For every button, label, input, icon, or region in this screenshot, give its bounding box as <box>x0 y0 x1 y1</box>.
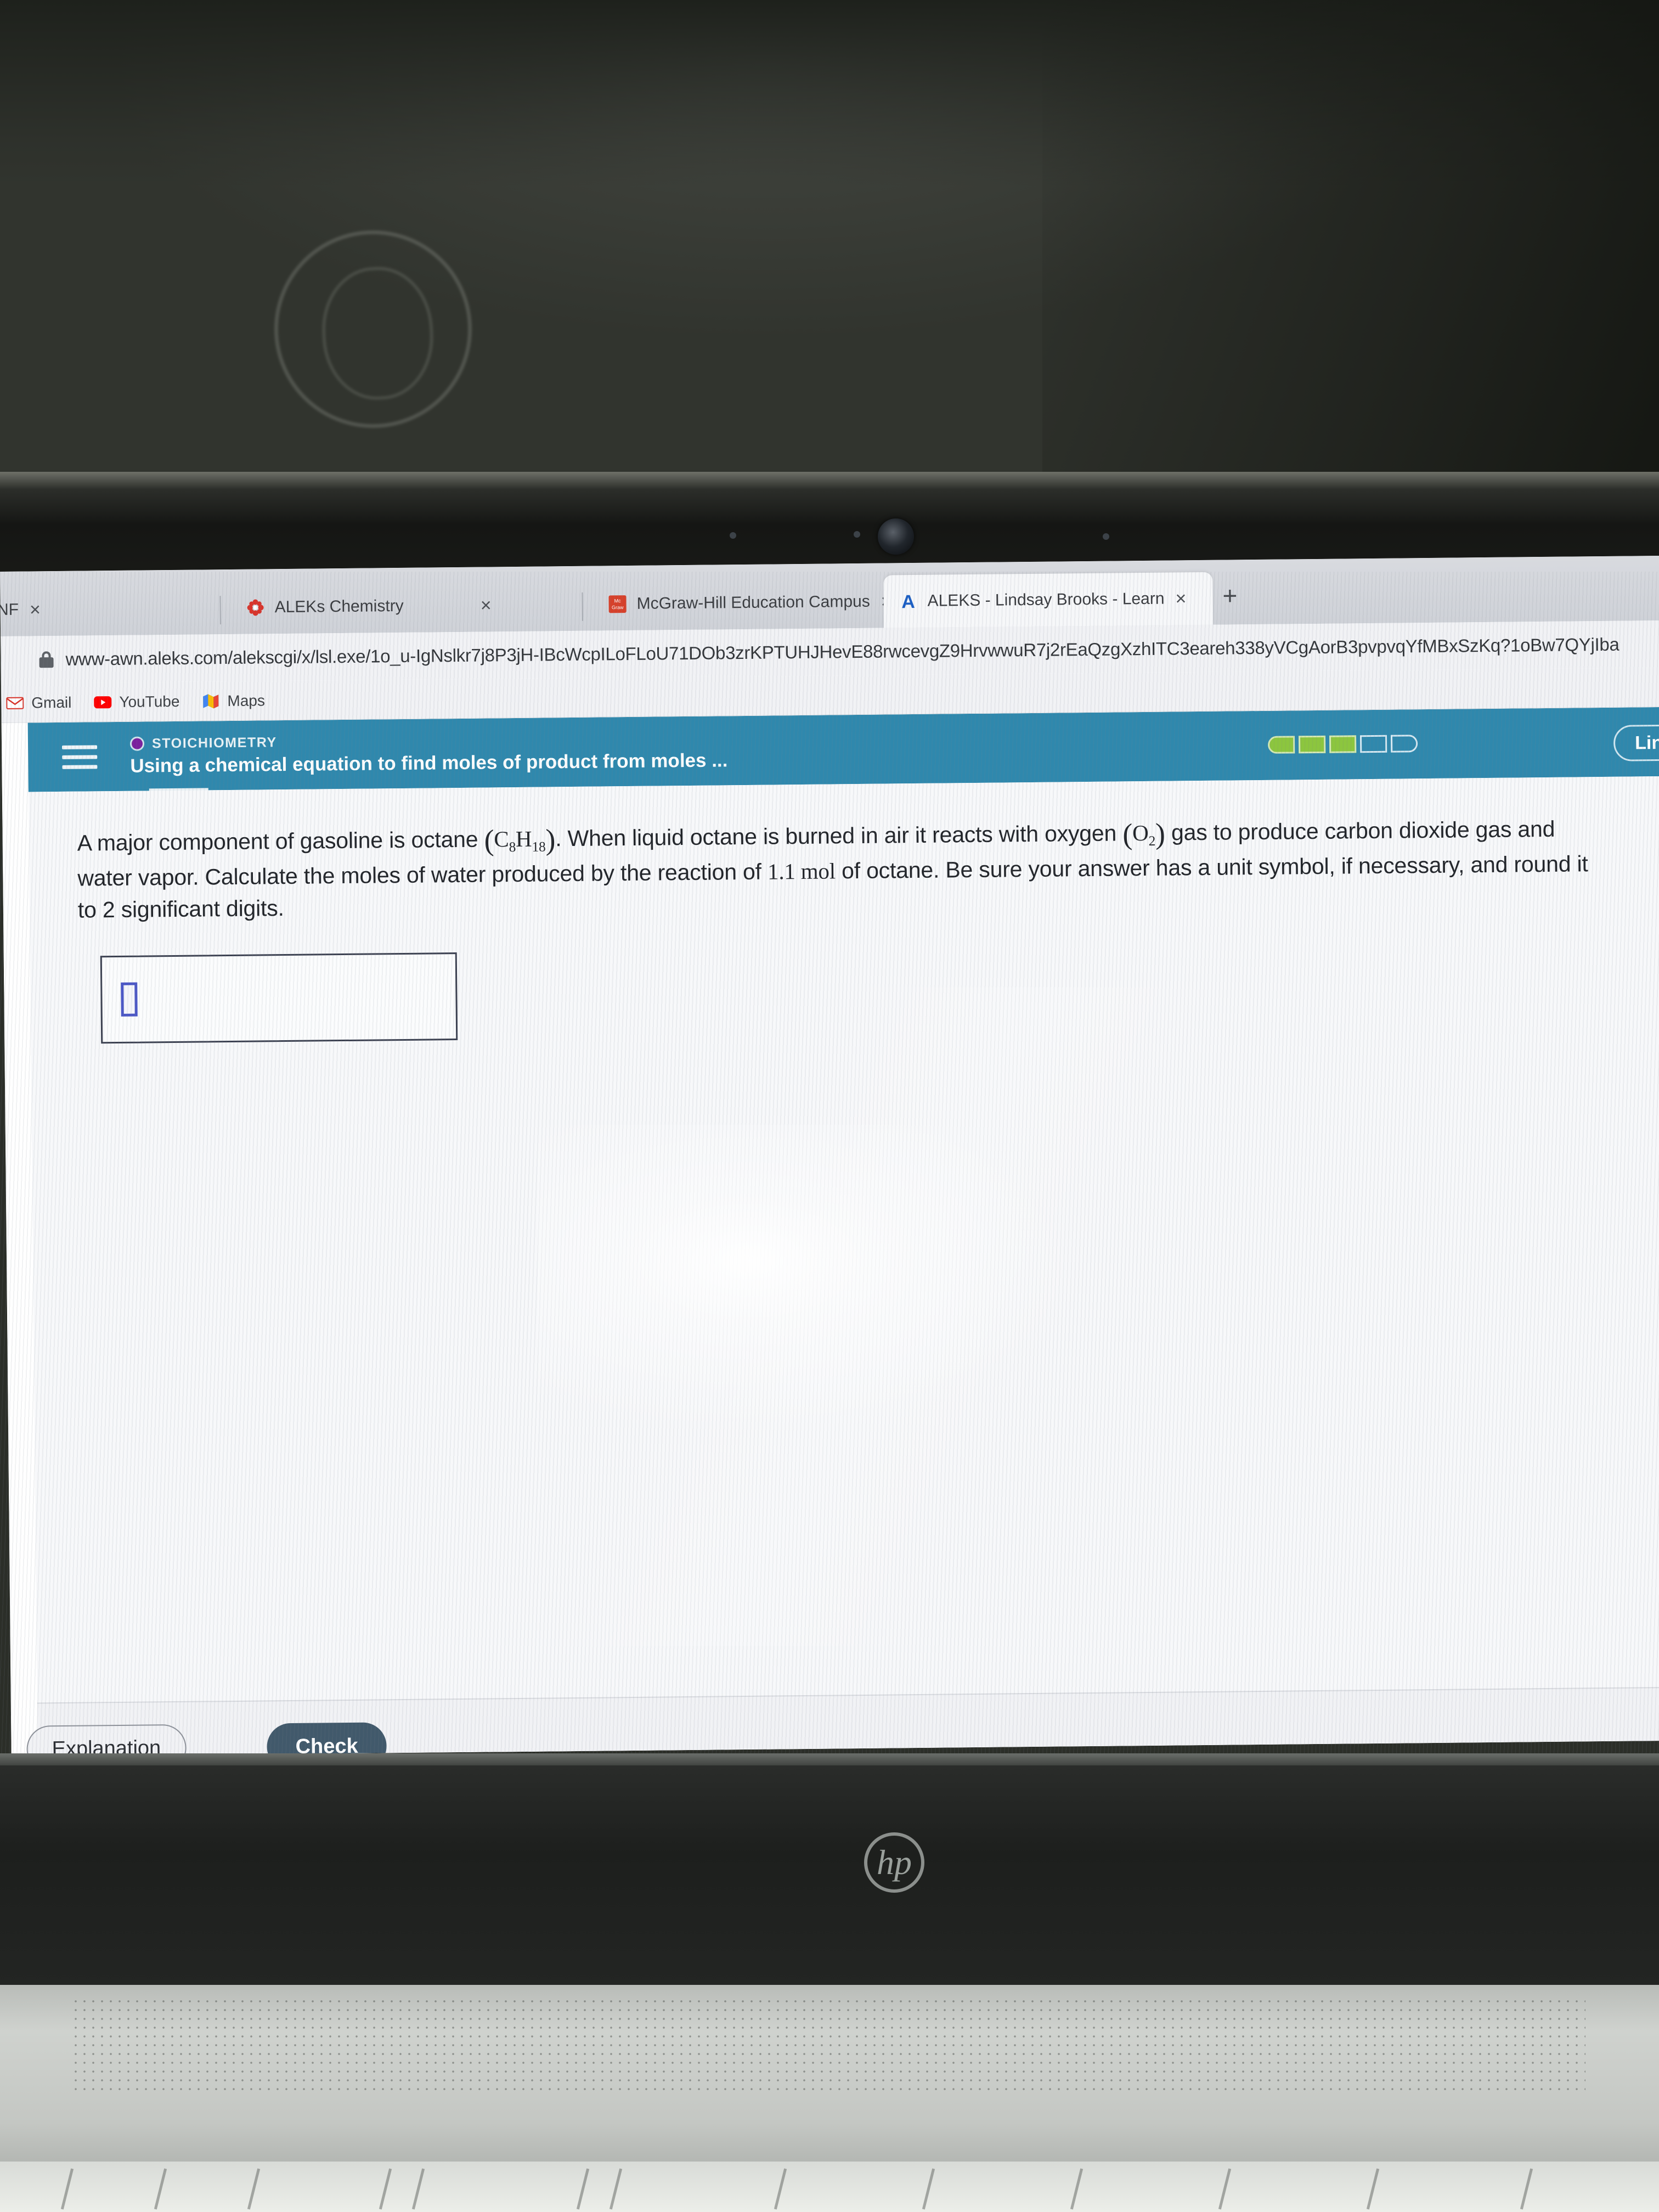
browser-tab-label: ALEKs Chemistry <box>274 596 404 617</box>
maps-icon <box>201 692 220 710</box>
hp-brand-logo: hp <box>864 1832 924 1893</box>
octane-formula: (C8H18) <box>484 823 555 856</box>
paren-close: ) <box>1155 817 1166 850</box>
text-cursor-icon <box>121 982 138 1017</box>
youtube-icon <box>93 693 112 712</box>
question-part-2: . When liquid octane is burned in air it… <box>555 820 1123 851</box>
bookmark-label: Maps <box>227 691 266 709</box>
progress-segment <box>1267 736 1295 754</box>
progress-segment <box>1359 735 1387 753</box>
question-amount: 1.1 mol <box>767 858 836 884</box>
laptop-photo-scene: s - UNF × ALEKs Chemist <box>0 0 1659 2212</box>
bezel-sensor-icon <box>854 531 860 538</box>
element-o: O <box>1132 820 1149 846</box>
topic-dot-icon <box>129 736 145 751</box>
tab-close-icon[interactable]: × <box>27 599 43 620</box>
question-text: A major component of gasoline is octane … <box>77 805 1598 926</box>
subscript-2: 2 <box>1148 833 1156 849</box>
element-c: C <box>494 826 509 852</box>
browser-tab-0[interactable]: s - UNF × <box>0 582 204 637</box>
bookmark-gmail[interactable]: Gmail <box>5 693 72 712</box>
topic-badge: STOICHIOMETRY <box>129 730 727 752</box>
bookmark-label: YouTube <box>119 692 180 710</box>
browser-tab-label: ALEKS - Lindsay Brooks - Learn <box>927 589 1165 610</box>
paren-close: ) <box>545 823 556 856</box>
element-h: H <box>515 826 532 851</box>
svg-text:A: A <box>901 591 915 611</box>
check-button[interactable]: Check <box>267 1722 387 1757</box>
gmail-icon <box>5 693 24 712</box>
question-content-panel: A major component of gasoline is octane … <box>28 776 1659 1703</box>
progress-segment <box>1329 735 1357 753</box>
aleks-a-icon: A <box>898 591 918 612</box>
topic-label: STOICHIOMETRY <box>151 734 277 751</box>
oxygen-formula: (O2) <box>1122 817 1165 851</box>
speaker-grille <box>71 1997 1585 2096</box>
browser-tab-2[interactable]: Mc Graw McGraw-Hill Education Campus × <box>592 575 892 631</box>
svg-text:Graw: Graw <box>612 605 624 610</box>
aleks-flower-icon <box>245 597 266 618</box>
progress-indicator <box>1267 735 1418 754</box>
bookmark-youtube[interactable]: YouTube <box>93 692 180 712</box>
bookmark-label: Gmail <box>31 693 72 711</box>
bezel-sensor-icon <box>1103 533 1109 540</box>
url-text: www-awn.aleks.com/alekscgi/x/lsl.exe/1o_… <box>65 634 1620 669</box>
tab-close-icon[interactable]: × <box>1173 588 1188 609</box>
mcgraw-hill-icon: Mc Graw <box>607 594 628 614</box>
svg-text:Mc: Mc <box>614 598 622 603</box>
aleks-app-viewport: STOICHIOMETRY Using a chemical equation … <box>1 707 1659 1757</box>
paren-open: ( <box>484 823 494 857</box>
question-part-1: A major component of gasoline is octane <box>77 826 484 856</box>
webcam-icon <box>878 518 914 555</box>
question-title: Using a chemical equation to find moles … <box>130 749 728 777</box>
browser-tab-label: s - UNF <box>0 600 19 619</box>
aleks-header-titles: STOICHIOMETRY Using a chemical equation … <box>129 730 728 777</box>
tab-divider <box>219 596 221 625</box>
explanation-button[interactable]: Explanation <box>26 1724 187 1757</box>
progress-segment <box>1298 735 1326 754</box>
paren-open: ( <box>1122 817 1133 851</box>
answer-input[interactable] <box>100 952 458 1044</box>
bookmark-maps[interactable]: Maps <box>201 691 265 710</box>
new-tab-button[interactable]: + <box>1222 580 1237 610</box>
browser-tab-3-active[interactable]: A ALEKS - Lindsay Brooks - Learn × <box>883 572 1214 628</box>
laptop-bottom-bezel <box>0 1765 1659 1985</box>
hamburger-menu-icon[interactable] <box>62 744 98 769</box>
wall-corner-shadow <box>1042 0 1659 483</box>
lock-icon <box>39 651 54 668</box>
browser-tab-1[interactable]: ALEKs Chemistry × <box>230 578 566 634</box>
user-account-button[interactable]: Linds <box>1613 724 1659 761</box>
subscript-18: 18 <box>532 839 546 855</box>
tab-close-icon[interactable]: × <box>478 595 494 616</box>
bezel-sensor-icon <box>730 532 736 539</box>
progress-segment <box>1390 735 1418 753</box>
tab-divider <box>582 592 583 621</box>
browser-tab-label: McGraw-Hill Education Campus <box>636 592 870 613</box>
laptop-screen: s - UNF × ALEKs Chemist <box>0 555 1659 1757</box>
subscript-8: 8 <box>509 839 516 855</box>
